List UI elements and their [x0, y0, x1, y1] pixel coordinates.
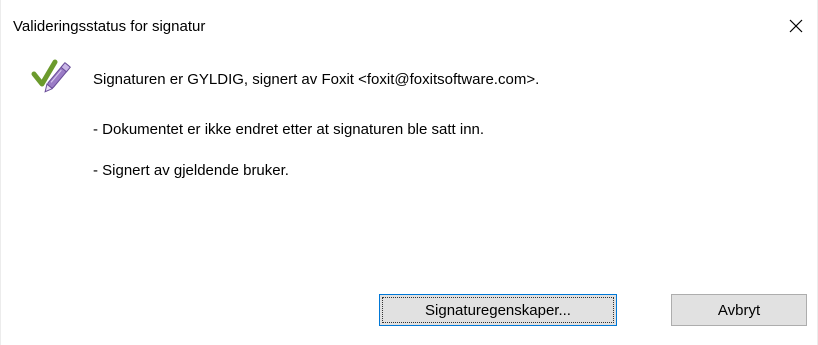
detail-not-modified: - Dokumentet er ikke endret etter at sig…: [93, 121, 485, 138]
validation-message: Signaturen er GYLDIG, signert av Foxit <…: [93, 71, 540, 88]
title-bar: Valideringsstatus for signatur: [1, 0, 817, 38]
signature-properties-label: Signaturegenskaper...: [425, 301, 571, 319]
close-icon: [789, 19, 803, 33]
detail-signed-by-current-user: - Signert av gjeldende bruker.: [93, 162, 289, 179]
signature-validation-dialog: Valideringsstatus for signatur Signature…: [0, 0, 818, 345]
cancel-button[interactable]: Avbryt: [671, 294, 807, 326]
dialog-title: Valideringsstatus for signatur: [13, 18, 206, 35]
signature-valid-icon: [31, 59, 72, 93]
close-button[interactable]: [781, 13, 811, 39]
signature-properties-button[interactable]: Signaturegenskaper...: [379, 294, 617, 326]
dialog-content: Signaturen er GYLDIG, signert av Foxit <…: [1, 38, 817, 345]
